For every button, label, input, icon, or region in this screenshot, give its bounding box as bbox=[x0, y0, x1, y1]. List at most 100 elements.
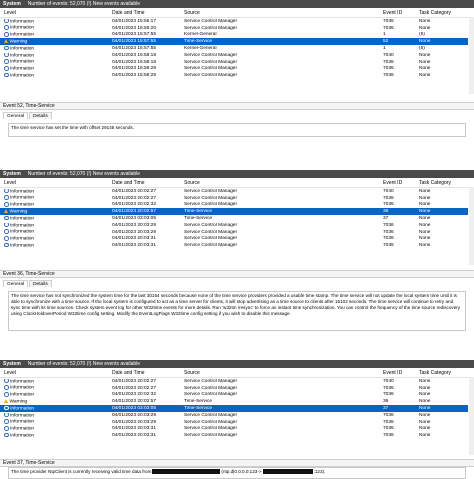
task-category-cell: None bbox=[419, 385, 431, 391]
column-header-source[interactable]: Source bbox=[184, 10, 374, 16]
table-row[interactable]: Information 04/01/2023 15:55:20 Service Co… bbox=[0, 25, 468, 32]
level-text: Information bbox=[10, 59, 35, 65]
event-id-cell: 7040 bbox=[383, 188, 394, 194]
column-header-event-id[interactable]: Event ID bbox=[383, 10, 413, 16]
level-text: Information bbox=[10, 379, 35, 385]
table-row[interactable]: Information 04/01/2023 20:03:29 Service Co… bbox=[0, 229, 468, 236]
log-name[interactable]: System bbox=[0, 361, 24, 367]
datetime-cell: 04/01/2023 20:02:32 bbox=[112, 392, 157, 398]
level-text: Information bbox=[10, 46, 35, 52]
column-header-task-category[interactable]: Task Category bbox=[419, 370, 469, 376]
level-text: Information bbox=[10, 189, 35, 195]
source-cell: Service Control Manager bbox=[184, 52, 238, 58]
table-row[interactable]: Information 04/01/2023 20:02:27 Service Co… bbox=[0, 188, 468, 195]
column-header-datetime[interactable]: Date and Time bbox=[112, 180, 182, 186]
event-id-cell: 7036 bbox=[383, 412, 394, 418]
log-header-bar: System Number of events: 52,070 (!) New e… bbox=[0, 360, 474, 368]
level-cell: Information bbox=[4, 385, 104, 391]
vertical-scrollbar[interactable] bbox=[469, 187, 474, 265]
table-row[interactable]: Warning 04/01/2023 20:02:57 Time-Service 36… bbox=[0, 398, 468, 405]
event-id-cell: 7036 bbox=[383, 222, 394, 228]
table-row[interactable]: Information 04/01/2023 03:03:05 Time-Servi… bbox=[0, 215, 468, 222]
table-row[interactable]: Information 04/01/2023 20:03:29 Service Co… bbox=[0, 412, 468, 419]
column-header-level[interactable]: Level bbox=[4, 370, 104, 376]
information-icon bbox=[4, 202, 9, 207]
log-header-bar: System Number of events: 52,070 (!) New e… bbox=[0, 0, 474, 8]
vertical-scrollbar[interactable] bbox=[469, 17, 474, 94]
level-cell: Information bbox=[4, 229, 104, 235]
source-cell: Time-Service bbox=[184, 209, 213, 215]
task-category-cell: None bbox=[419, 188, 431, 194]
datetime-cell: 04/01/2023 20:02:57 bbox=[112, 209, 157, 215]
task-category-cell: None bbox=[419, 419, 431, 425]
table-row[interactable]: Information 04/01/2023 20:02:27 Service Co… bbox=[0, 195, 468, 202]
tab-general[interactable]: General bbox=[3, 112, 29, 119]
level-cell: Information bbox=[4, 426, 104, 432]
information-icon bbox=[4, 73, 9, 78]
source-cell: Service Control Manager bbox=[184, 419, 238, 425]
log-name[interactable]: System bbox=[0, 1, 24, 7]
vertical-scrollbar[interactable] bbox=[469, 377, 474, 455]
event-id-cell: 7036 bbox=[383, 195, 394, 201]
table-row[interactable]: Information 04/01/2023 15:57:55 Kernel-Gen… bbox=[0, 45, 468, 52]
column-header-datetime[interactable]: Date and Time bbox=[112, 370, 182, 376]
table-row[interactable]: Information 04/01/2023 20:02:32 Service Co… bbox=[0, 392, 468, 399]
table-row[interactable]: Information 04/01/2023 20:03:31 Service Co… bbox=[0, 242, 468, 249]
table-row[interactable]: Information 04/01/2023 03:03:05 Time-Servi… bbox=[0, 405, 468, 412]
level-cell: Warning bbox=[4, 399, 104, 404]
level-cell: Information bbox=[4, 32, 104, 38]
table-row[interactable]: Information 04/01/2023 15:58:18 Service Co… bbox=[0, 59, 468, 66]
column-header-event-id[interactable]: Event ID bbox=[383, 180, 413, 186]
table-row[interactable]: Information 04/01/2023 15:58:28 Service Co… bbox=[0, 66, 468, 73]
table-row[interactable]: Information 04/01/2023 15:58:18 Service Co… bbox=[0, 52, 468, 59]
table-row[interactable]: Warning 04/01/2023 15:57:55 Time-Service 52… bbox=[0, 38, 468, 46]
table-row[interactable]: Information 04/01/2023 20:03:29 Service Co… bbox=[0, 419, 468, 426]
task-category-cell: None bbox=[419, 216, 431, 222]
table-row[interactable]: Information 04/01/2023 15:58:29 Service Co… bbox=[0, 72, 468, 79]
level-cell: Information bbox=[4, 419, 104, 425]
table-row[interactable]: Information 04/01/2023 15:55:17 Service Co… bbox=[0, 18, 468, 25]
table-row[interactable]: Information 04/01/2023 20:03:31 Service Co… bbox=[0, 236, 468, 243]
source-cell: Service Control Manager bbox=[184, 25, 238, 31]
datetime-cell: 04/01/2023 20:02:27 bbox=[112, 188, 157, 194]
task-category-cell: None bbox=[419, 18, 431, 24]
datetime-cell: 04/01/2023 15:57:55 bbox=[112, 32, 157, 38]
column-header-level[interactable]: Level bbox=[4, 10, 104, 16]
information-icon bbox=[4, 66, 9, 71]
event-count: Number of events: 52,070 (!) New events … bbox=[27, 361, 141, 367]
log-name[interactable]: System bbox=[0, 171, 24, 177]
table-row[interactable]: Information 04/01/2023 20:02:32 Service Co… bbox=[0, 202, 468, 209]
column-header-source[interactable]: Source bbox=[184, 370, 374, 376]
table-row[interactable]: Warning 04/01/2023 20:02:57 Time-Service 36… bbox=[0, 208, 468, 216]
table-row[interactable]: Information 04/01/2023 20:02:27 Service Co… bbox=[0, 385, 468, 392]
table-row[interactable]: Information 04/01/2023 20:02:27 Service Co… bbox=[0, 378, 468, 385]
table-row[interactable]: Information 04/01/2023 15:57:55 Kernel-Gen… bbox=[0, 32, 468, 39]
datetime-cell: 04/01/2023 20:02:27 bbox=[112, 385, 157, 391]
column-header-task-category[interactable]: Task Category bbox=[419, 10, 469, 16]
column-header-event-id[interactable]: Event ID bbox=[383, 370, 413, 376]
level-cell: Information bbox=[4, 433, 104, 439]
level-text: Information bbox=[10, 229, 35, 235]
event-id-cell: 7036 bbox=[383, 18, 394, 24]
column-header-datetime[interactable]: Date and Time bbox=[112, 10, 182, 16]
tab-details[interactable]: Details bbox=[29, 280, 52, 287]
table-row[interactable]: Information 04/01/2023 20:03:31 Service Co… bbox=[0, 432, 468, 439]
tab-general[interactable]: General bbox=[3, 280, 29, 287]
tab-details[interactable]: Details bbox=[29, 112, 52, 119]
detail-tabs: General Details bbox=[3, 280, 53, 287]
event-id-cell: 52 bbox=[383, 39, 389, 45]
level-text: Information bbox=[10, 25, 35, 31]
task-category-cell: None bbox=[419, 39, 431, 45]
level-text: Information bbox=[10, 216, 35, 222]
level-cell: Information bbox=[4, 412, 104, 418]
column-header-task-category[interactable]: Task Category bbox=[419, 180, 469, 186]
information-icon bbox=[4, 412, 9, 418]
column-header-source[interactable]: Source bbox=[184, 180, 374, 186]
table-row[interactable]: Information 04/01/2023 20:03:29 Service Co… bbox=[0, 222, 468, 229]
event-id-cell: 7036 bbox=[383, 419, 394, 425]
level-cell: Information bbox=[4, 236, 104, 242]
table-row[interactable]: Information 04/01/2023 20:03:31 Service Co… bbox=[0, 426, 468, 433]
event-id-cell: 7036 bbox=[383, 385, 394, 391]
column-header-level[interactable]: Level bbox=[4, 180, 104, 186]
event-message: The time provider NtpClient is currently… bbox=[8, 467, 466, 479]
